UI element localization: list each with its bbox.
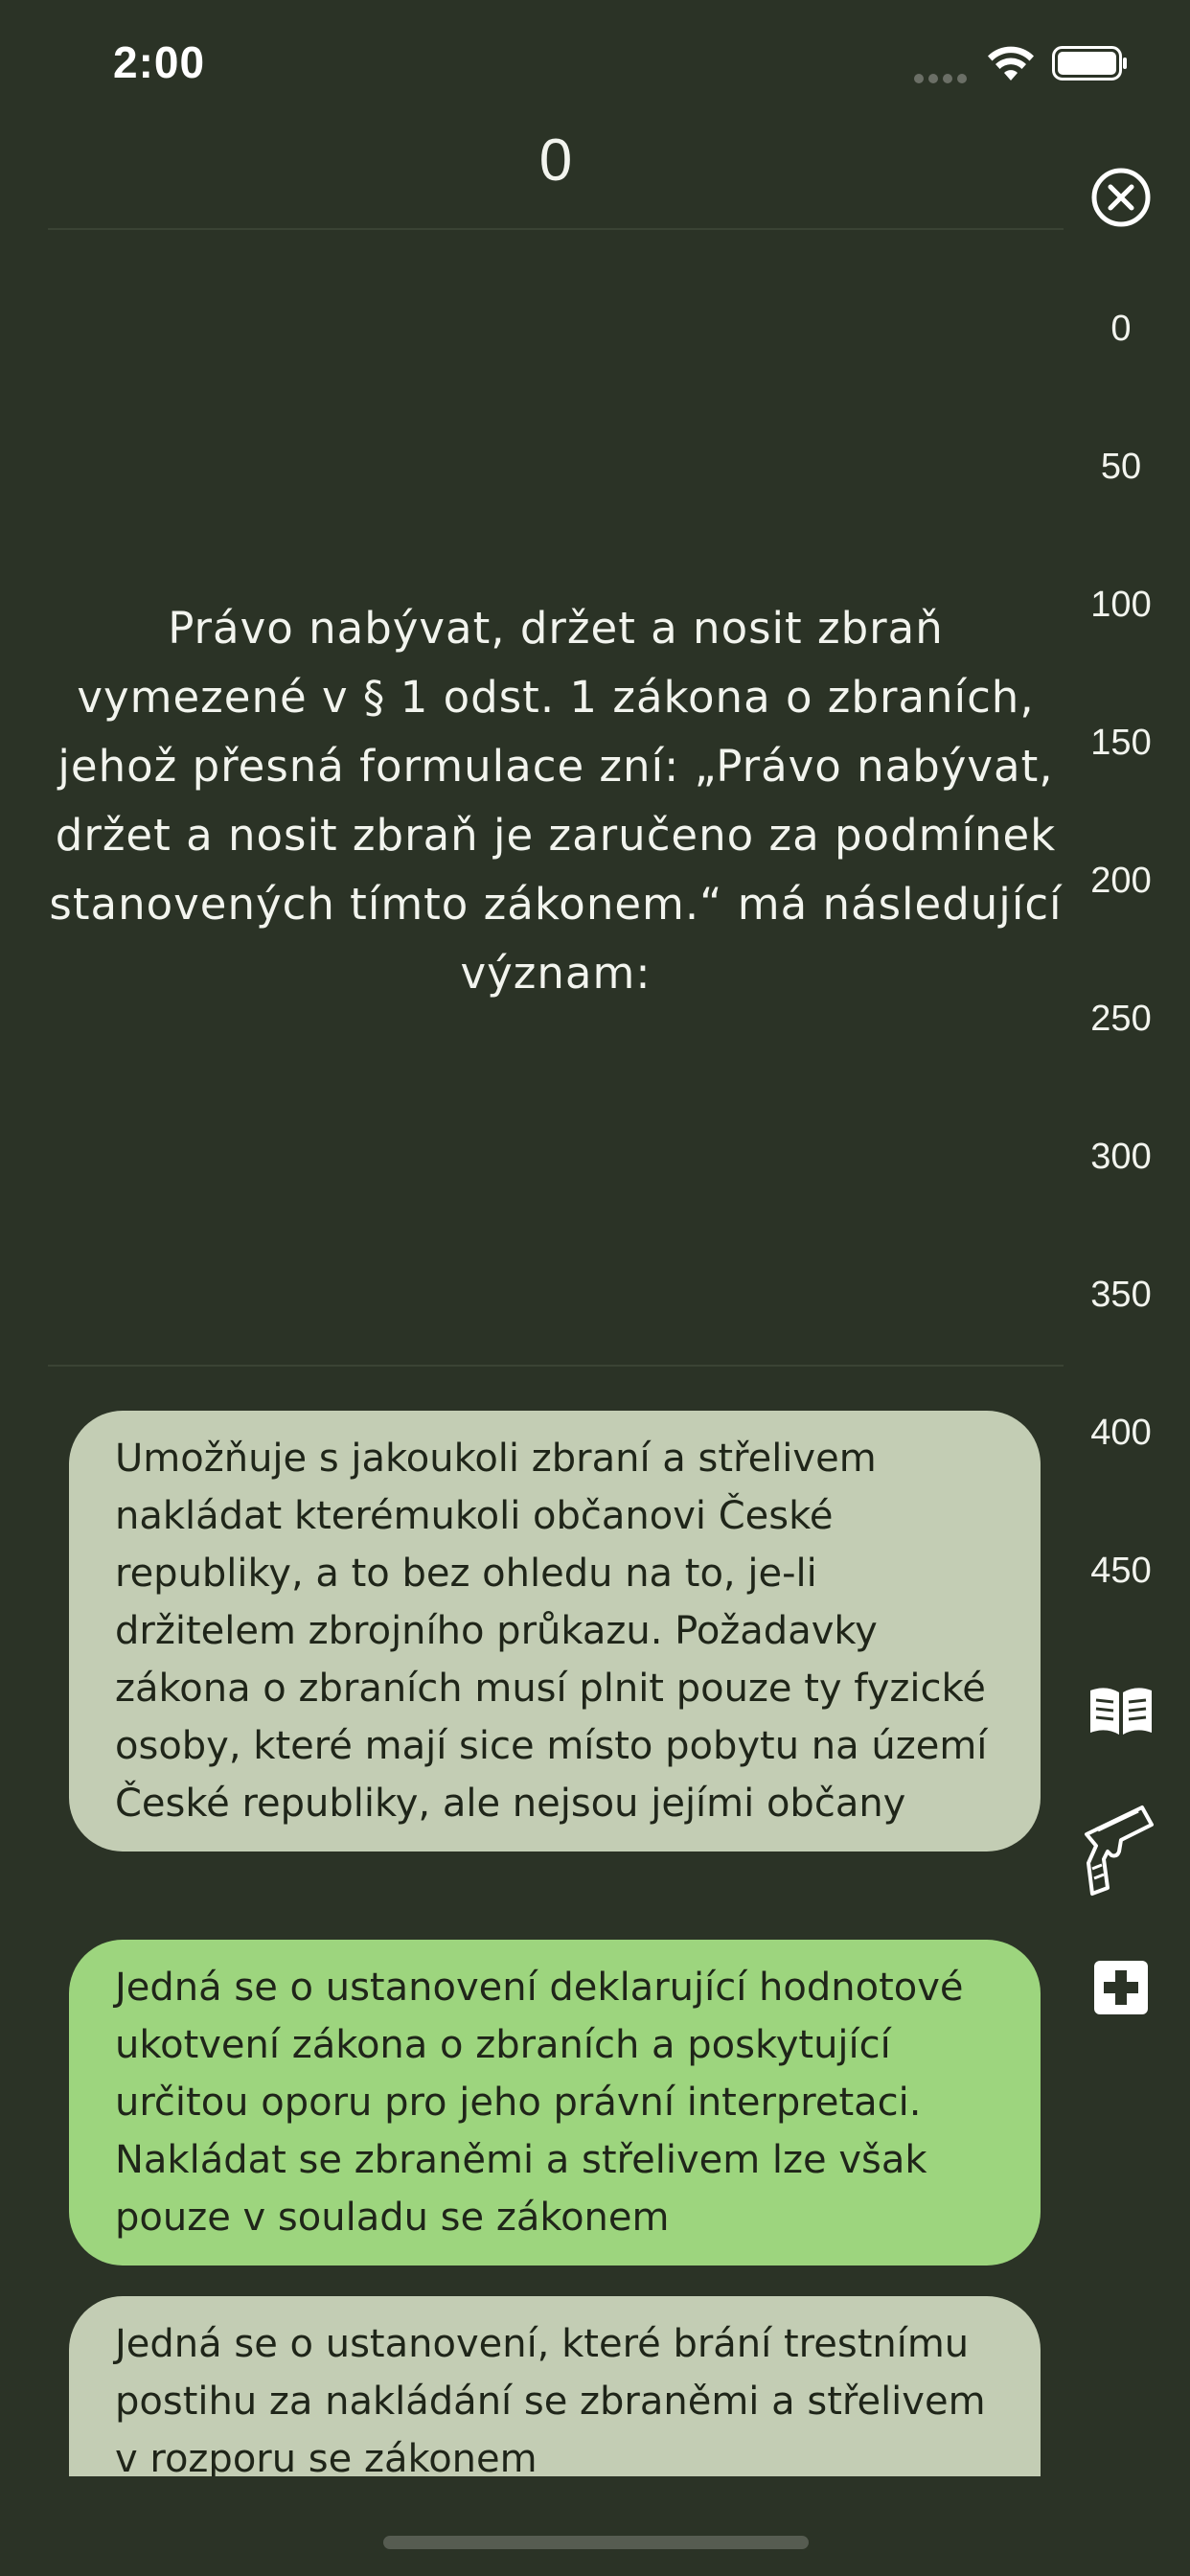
answer-option-correct[interactable]: Jedná se o ustanovení deklarující hodnot… [69, 1940, 1041, 2266]
answers-list: Umožňuje s jakoukoli zbraní a střelivem … [0, 0, 1190, 2476]
answer-option[interactable]: Umožňuje s jakoukoli zbraní a střelivem … [69, 1411, 1041, 1852]
home-indicator[interactable] [383, 2536, 809, 2549]
answer-option[interactable]: Jedná se o ustanovení, které brání trest… [69, 2296, 1041, 2476]
